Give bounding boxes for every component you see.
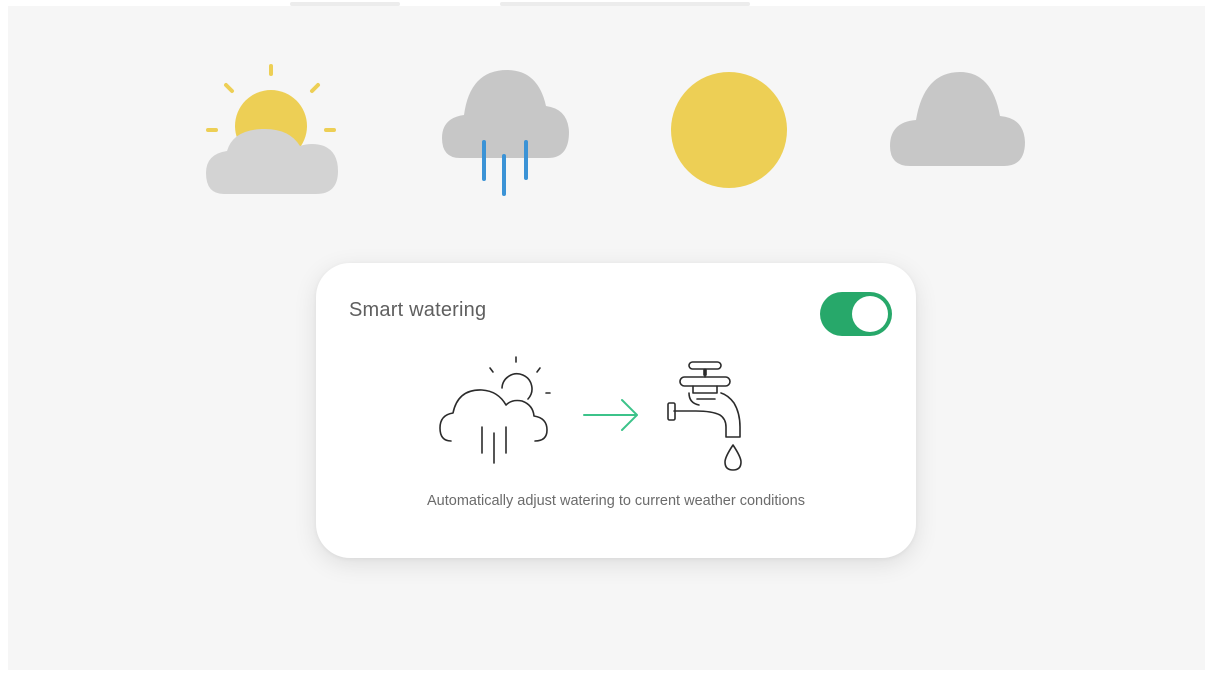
cloud-icon <box>888 70 1028 170</box>
top-edge-shadow <box>290 2 400 6</box>
rain-cloud-icon <box>440 66 575 198</box>
arrow-right-icon <box>583 399 638 431</box>
illustration <box>436 353 796 473</box>
screen: Smart watering Automatically adjust wate… <box>0 0 1207 676</box>
faucet-icon <box>667 361 742 471</box>
top-edge-shadow <box>500 2 750 6</box>
card-description: Automatically adjust watering to current… <box>427 493 805 509</box>
smart-watering-toggle[interactable] <box>820 292 892 336</box>
partly-cloudy-icon <box>200 58 345 198</box>
card-title: Smart watering <box>349 299 487 321</box>
smart-watering-card: Smart watering Automatically adjust wate… <box>316 263 916 558</box>
weather-outline-icon <box>439 356 551 464</box>
toggle-knob <box>852 296 888 332</box>
sun-icon <box>670 72 790 192</box>
